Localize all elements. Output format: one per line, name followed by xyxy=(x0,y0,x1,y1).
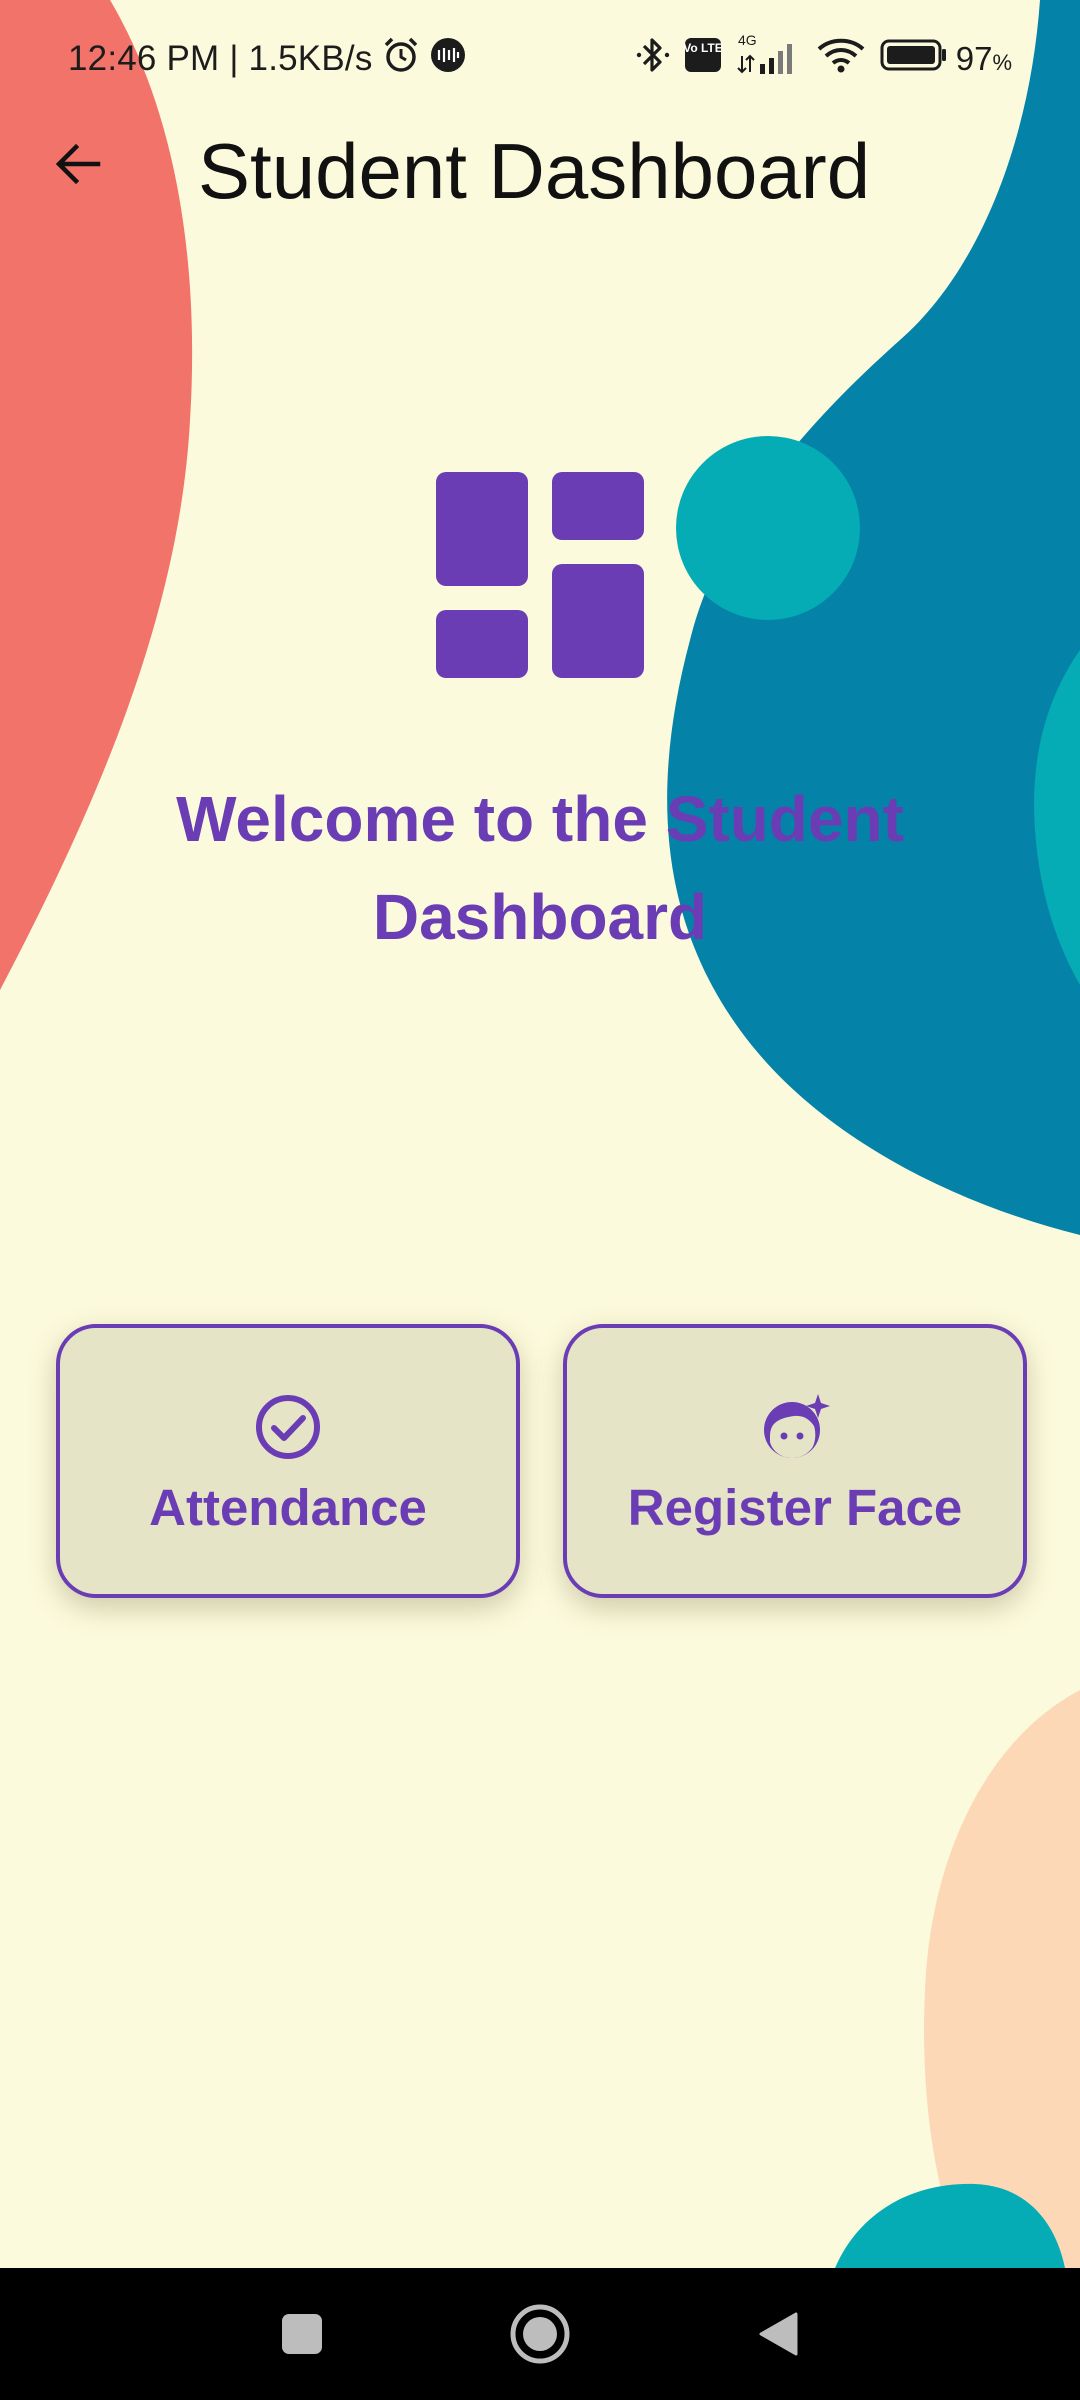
bluetooth-icon xyxy=(636,35,670,83)
system-nav-bar xyxy=(0,2268,1080,2400)
dashboard-grid-icon xyxy=(436,472,644,678)
back-button[interactable] xyxy=(42,128,114,200)
status-time-speed: 12:46 PM | 1.5KB/s xyxy=(68,39,373,78)
background-blobs xyxy=(0,0,1080,2268)
check-circle-icon xyxy=(256,1394,320,1459)
battery-icon xyxy=(880,38,948,80)
status-left: 12:46 PM | 1.5KB/s xyxy=(68,34,467,84)
volte-text: Vo LTE xyxy=(684,41,722,55)
welcome-heading: Welcome to the Student Dashboard xyxy=(90,770,990,966)
nav-back-button[interactable] xyxy=(736,2292,820,2376)
volte-icon: Vo LTE xyxy=(683,37,723,81)
screen: 12:46 PM | 1.5KB/s Vo LTE 4G 97% Student… xyxy=(0,0,1080,2400)
alarm-icon xyxy=(381,35,421,84)
register-face-label: Register Face xyxy=(627,1478,963,1536)
attendance-button[interactable]: Attendance xyxy=(56,1324,520,1598)
face-sparkle-icon xyxy=(764,1393,830,1458)
cellular-signal-icon: 4G xyxy=(736,32,802,86)
teal-circle-top xyxy=(676,436,860,620)
home-button[interactable] xyxy=(498,2292,582,2376)
recents-square-icon xyxy=(282,2314,322,2354)
page-title: Student Dashboard xyxy=(198,127,871,215)
mi-music-icon xyxy=(429,36,467,83)
peach-blob xyxy=(924,1690,1080,2268)
app-bar: Student Dashboard xyxy=(0,118,1080,218)
wifi-icon xyxy=(816,35,866,83)
network-type: 4G xyxy=(738,32,757,48)
battery-percent-unit: % xyxy=(992,50,1012,75)
battery-percent: 97% xyxy=(956,40,1012,78)
back-triangle-icon xyxy=(759,2312,798,2356)
status-right: Vo LTE 4G 97% xyxy=(622,32,1012,86)
home-circle-icon xyxy=(510,2304,570,2364)
welcome-line-2: Dashboard xyxy=(372,881,708,953)
battery-percent-value: 97 xyxy=(955,40,993,77)
recents-button[interactable] xyxy=(260,2292,344,2376)
arrow-left-icon xyxy=(55,143,101,185)
register-face-button[interactable]: Register Face xyxy=(563,1324,1027,1598)
welcome-line-1: Welcome to the Student xyxy=(176,783,904,855)
status-bar: 12:46 PM | 1.5KB/s Vo LTE 4G 97% xyxy=(0,0,1080,118)
attendance-label: Attendance xyxy=(149,1478,427,1536)
